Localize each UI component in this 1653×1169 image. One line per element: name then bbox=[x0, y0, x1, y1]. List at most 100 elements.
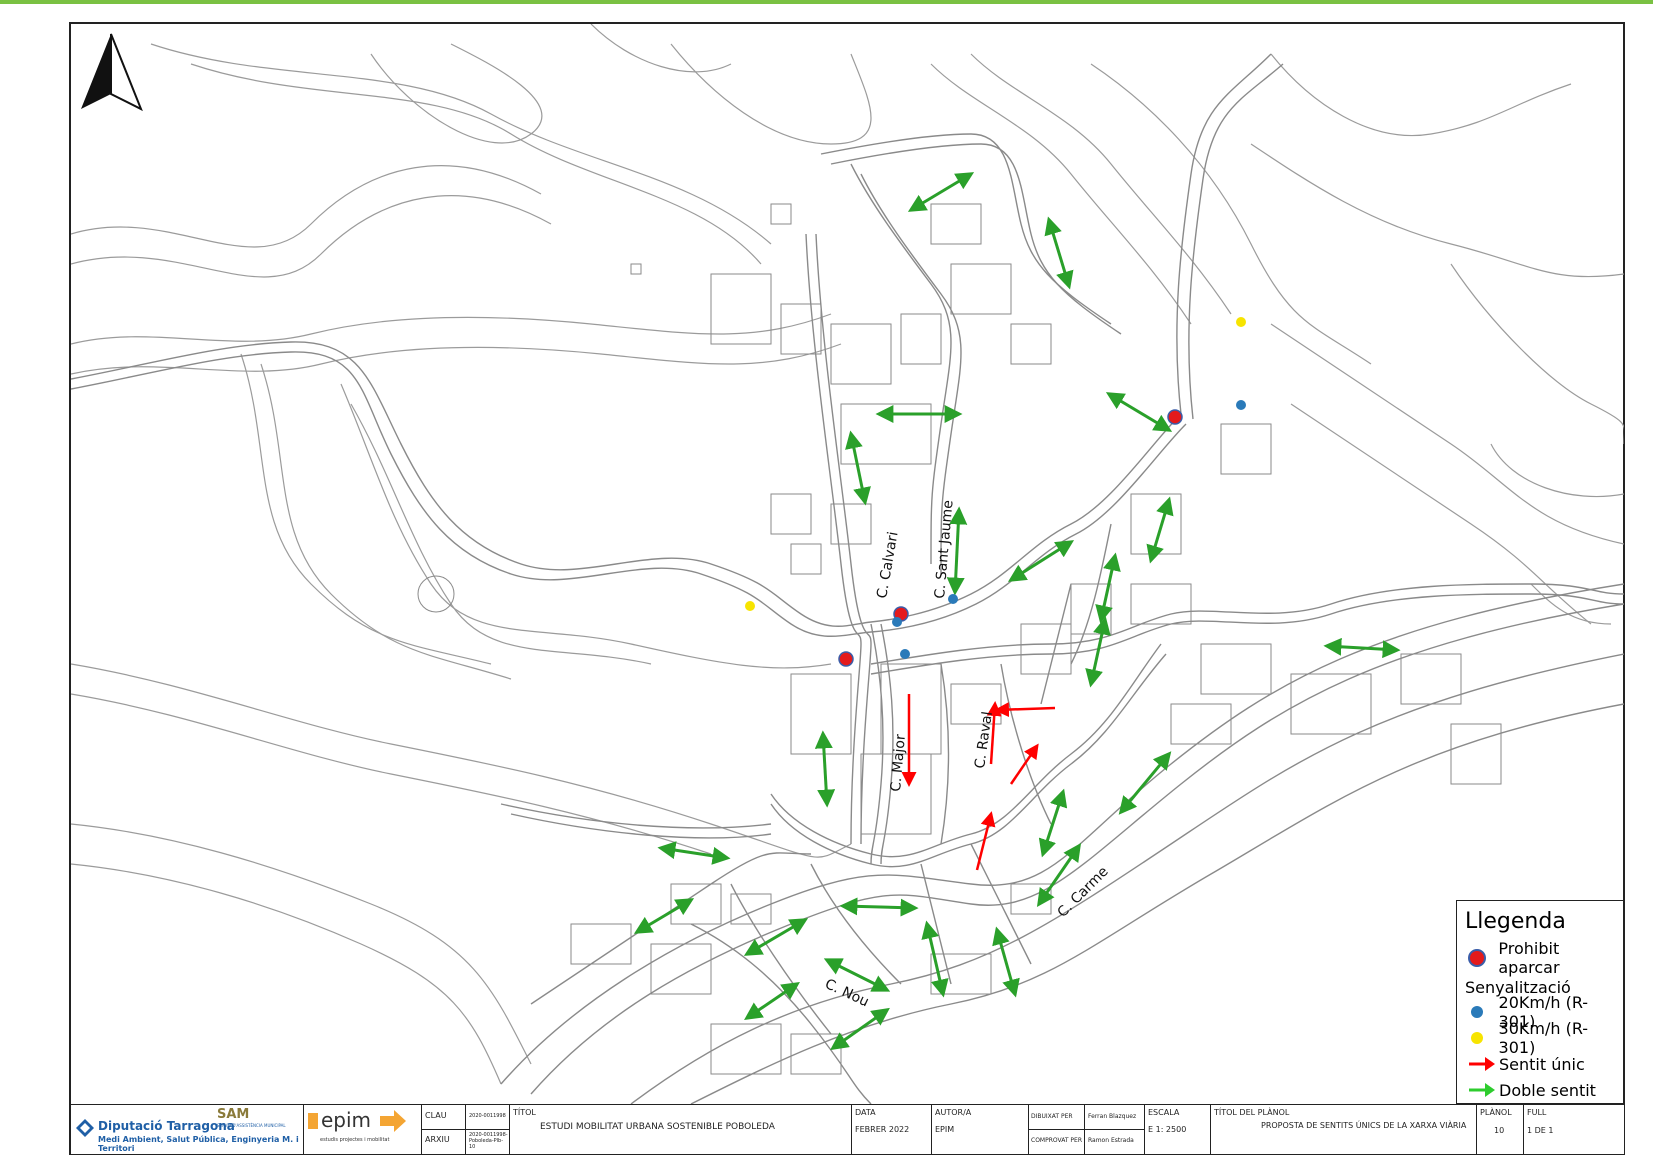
two-way-arrow-icon bbox=[1467, 1079, 1499, 1101]
one-way-arrow-icon bbox=[1009, 743, 1039, 785]
two-way-arrow-icon bbox=[633, 898, 695, 934]
legend-item-30kmh: 30Km/h (R-301) bbox=[1467, 1019, 1623, 1057]
epim-logo-icon bbox=[308, 1113, 318, 1129]
two-way-arrow-icon bbox=[1095, 552, 1121, 624]
street-label-major: C. Major bbox=[888, 733, 909, 792]
speed-30-icon bbox=[1236, 317, 1246, 327]
planol-cell: PLÀNOL 10 bbox=[1476, 1105, 1523, 1154]
two-way-arrow-icon bbox=[839, 897, 919, 917]
full-value: 1 DE 1 bbox=[1527, 1126, 1554, 1135]
legend-label: Doble sentit bbox=[1499, 1080, 1596, 1100]
two-way-arrow-icon bbox=[907, 172, 975, 212]
org-sam-sub: SERVEI D'ASSISTÈNCIA MUNICIPAL bbox=[217, 1123, 286, 1128]
titol-cell: TÍTOL ESTUDI MOBILITAT URBANA SOSTENIBLE… bbox=[509, 1105, 851, 1154]
map-canvas[interactable]: C. Calvari C. Sant Jaume C. Major C. Rav… bbox=[71, 24, 1624, 1104]
data-cell: DATA FEBRER 2022 bbox=[851, 1105, 931, 1154]
epim-logo-text: epim bbox=[321, 1108, 372, 1132]
two-way-arrow-icon bbox=[845, 430, 871, 506]
titol-planol-label: TÍTOL DEL PLÀNOL bbox=[1214, 1108, 1290, 1117]
autor-cell: AUTOR/A EPIM bbox=[931, 1105, 1028, 1154]
one-way-arrow-icon bbox=[994, 702, 1056, 718]
speed-20-icon bbox=[948, 594, 958, 604]
street-label-sant-jaume: C. Sant Jaume bbox=[932, 500, 957, 600]
legend-label: Sentit únic bbox=[1499, 1054, 1585, 1074]
dibuixat-label: DIBUIXAT PER bbox=[1031, 1113, 1073, 1120]
legend-label: 30Km/h (R-301) bbox=[1498, 1019, 1589, 1057]
titol-label: TÍTOL bbox=[513, 1108, 536, 1117]
legend-title: Llegenda bbox=[1465, 909, 1566, 934]
prohibit-parking-icon bbox=[838, 651, 854, 667]
escala-cell: ESCALA E 1: 2500 bbox=[1144, 1105, 1210, 1154]
two-way-arrow-icon bbox=[1146, 496, 1174, 564]
clau-label: CLAU bbox=[425, 1111, 447, 1120]
epim-arrow-icon bbox=[380, 1110, 406, 1132]
data-label: DATA bbox=[855, 1108, 876, 1117]
escala-value: E 1: 2500 bbox=[1148, 1125, 1187, 1134]
speed-20-icon bbox=[892, 617, 902, 627]
full-label: FULL bbox=[1527, 1108, 1547, 1117]
titol-planol-value: PROPOSTA DE SENTITS ÚNICS DE LA XARXA VI… bbox=[1261, 1121, 1467, 1130]
two-way-arrow-icon bbox=[743, 918, 809, 956]
comprovat-value: Ramon Estrada bbox=[1088, 1137, 1134, 1144]
two-way-arrow-icon bbox=[814, 730, 836, 808]
top-accent-bar bbox=[0, 0, 1653, 4]
speed-20-icon bbox=[1467, 1001, 1499, 1023]
speed-20-icon bbox=[1236, 400, 1246, 410]
diputacio-logo-icon bbox=[76, 1119, 94, 1137]
full-cell: FULL 1 DE 1 bbox=[1523, 1105, 1624, 1154]
arxiu-value: 2020-0011998-Poboleda-Plb-10 bbox=[469, 1132, 508, 1150]
planol-value: 10 bbox=[1494, 1126, 1505, 1135]
two-way-arrow-icon bbox=[1085, 616, 1111, 688]
title-block: Diputació Tarragona SAM SERVEI D'ASSISTÈ… bbox=[71, 1104, 1624, 1154]
clau-value-cell: 2020-0011998 2020-0011998-Poboleda-Plb-1… bbox=[465, 1105, 510, 1154]
two-way-arrow-icon bbox=[657, 841, 731, 865]
street-label-calvari: C. Calvari bbox=[874, 531, 901, 600]
speed-30-icon bbox=[1467, 1027, 1499, 1049]
two-way-arrow-icon bbox=[1323, 637, 1401, 659]
legend-item-two-way: Doble sentit bbox=[1467, 1079, 1596, 1101]
two-way-arrow-icon bbox=[1118, 751, 1172, 815]
epim-logo-cell: epim estudis projectes i mobilitat bbox=[303, 1105, 421, 1154]
two-way-arrow-icon bbox=[830, 1007, 890, 1051]
clau-label-cell: CLAU ARXIU bbox=[421, 1105, 466, 1154]
two-way-arrow-icon bbox=[1007, 540, 1075, 582]
autor-label: AUTOR/A bbox=[935, 1108, 972, 1117]
legend-label: Prohibit aparcar bbox=[1498, 939, 1560, 977]
speed-20-icon bbox=[900, 649, 910, 659]
titol-value: ESTUDI MOBILITAT URBANA SOSTENIBLE POBOL… bbox=[540, 1122, 775, 1132]
org-main-name: Diputació Tarragona bbox=[98, 1119, 235, 1133]
legend-item-prohibit: Prohibit aparcar bbox=[1467, 939, 1623, 977]
two-way-arrow-icon bbox=[1105, 392, 1173, 432]
terrain-contours bbox=[71, 24, 1624, 1085]
legend-item-one-way: Sentit únic bbox=[1467, 1053, 1585, 1075]
map-legend: Llegenda Prohibit aparcar Senyalització … bbox=[1456, 900, 1624, 1104]
clau-value: 2020-0011998 bbox=[469, 1113, 506, 1119]
speed-30-icon bbox=[745, 601, 755, 611]
speed-30-markers bbox=[745, 317, 1246, 611]
prohibit-parking-icon bbox=[1467, 947, 1498, 969]
org-sam: SAM bbox=[217, 1107, 250, 1122]
dibuixat-value-cell: Ferran Blazquez Ramon Estrada bbox=[1084, 1105, 1145, 1154]
two-way-arrows bbox=[633, 172, 1401, 1051]
arxiu-label: ARXIU bbox=[425, 1135, 450, 1144]
org-dept: Medi Ambient, Salut Pública, Enginyeria … bbox=[98, 1135, 299, 1153]
epim-sub: estudis projectes i mobilitat bbox=[320, 1137, 390, 1143]
street-label-nou: C. Nou bbox=[822, 976, 871, 1010]
comprovat-label: COMPROVAT PER bbox=[1031, 1137, 1083, 1144]
two-way-arrow-icon bbox=[992, 926, 1020, 998]
escala-label: ESCALA bbox=[1148, 1108, 1180, 1117]
org-logo-cell: Diputació Tarragona SAM SERVEI D'ASSISTÈ… bbox=[71, 1105, 303, 1154]
prohibit-parking-icon bbox=[1167, 409, 1183, 425]
street-label-carme: C. Carme bbox=[1055, 864, 1112, 921]
two-way-arrow-icon bbox=[921, 920, 949, 998]
two-way-arrow-icon bbox=[1044, 216, 1074, 290]
road-network bbox=[71, 53, 1624, 1104]
two-way-arrow-icon bbox=[946, 506, 968, 596]
one-way-arrow-icon bbox=[1467, 1053, 1499, 1075]
two-way-arrow-icon bbox=[1038, 788, 1068, 858]
planol-label: PLÀNOL bbox=[1480, 1108, 1512, 1117]
dibuixat-label-cell: DIBUIXAT PER COMPROVAT PER bbox=[1028, 1105, 1085, 1154]
autor-value: EPIM bbox=[935, 1125, 955, 1134]
data-value: FEBRER 2022 bbox=[855, 1125, 910, 1134]
titol-planol-cell: TÍTOL DEL PLÀNOL PROPOSTA DE SENTITS ÚNI… bbox=[1210, 1105, 1476, 1154]
